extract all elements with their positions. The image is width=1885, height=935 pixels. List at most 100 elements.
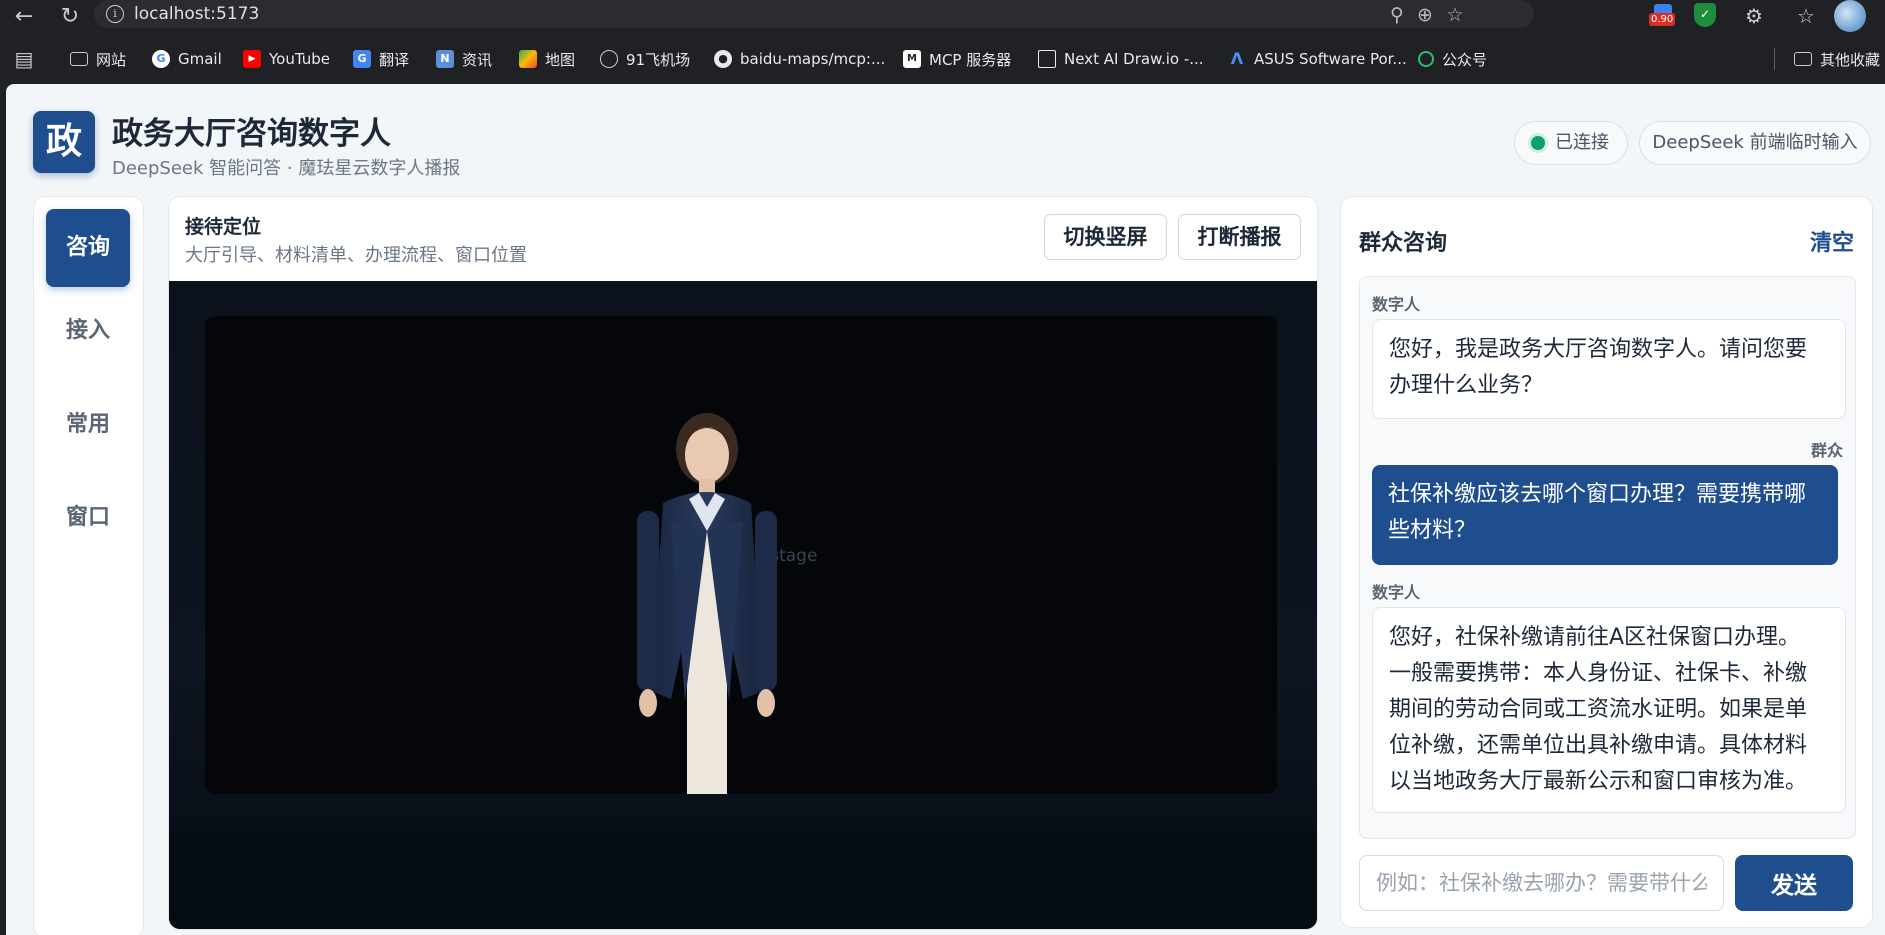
message-line: 社保补缴应该去哪个窗口办理？需要携带哪 — [1388, 482, 1807, 507]
bookmark-gmail[interactable]: G Gmail — [152, 47, 222, 71]
address-url[interactable]: localhost:5173 — [134, 4, 259, 24]
bookmark-mcp[interactable]: M MCP 服务器 — [903, 47, 1011, 71]
bookmarks-bar: ▤ 网站 G Gmail ▶ YouTube G 翻译 N 资讯 地图 91飞机… — [0, 36, 1885, 82]
maps-icon — [519, 50, 537, 68]
side-nav: 咨询 接入 常用 窗口 — [33, 196, 144, 935]
message-role: 群众 — [1810, 441, 1843, 460]
chat-title: 群众咨询 — [1359, 231, 1448, 256]
stage-title: 接待定位 — [185, 216, 262, 238]
globe-icon — [600, 50, 618, 68]
nav-item-consult[interactable]: 咨询 — [46, 209, 130, 287]
connection-status-badge: 已连接 — [1514, 121, 1628, 165]
extension-badge-count: 0.90 — [1649, 13, 1676, 26]
browser-toolbar: ← ↻ i localhost:5173 ⚲ ⊕ ☆ 0.90 ✓ ⚙ ☆ — [0, 0, 1885, 36]
tab-actions-icon[interactable]: ▤ — [8, 44, 40, 74]
translate-icon: G — [353, 50, 371, 68]
video-screen: Digital human stage — [205, 316, 1277, 794]
bookmark-label: 其他收藏 — [1820, 50, 1881, 69]
mode-badge: DeepSeek 前端临时输入 — [1639, 121, 1871, 165]
bookmark-news[interactable]: N 资讯 — [436, 47, 492, 71]
bookmark-label: ASUS Software Por... — [1254, 50, 1407, 68]
interrupt-broadcast-button[interactable]: 打断播报 — [1178, 214, 1301, 260]
question-input[interactable] — [1359, 855, 1724, 911]
message-line: 您好，社保补缴请前往A区社保窗口办理。 — [1389, 625, 1801, 650]
bookmark-websites[interactable]: 网站 — [70, 47, 126, 71]
message-role: 数字人 — [1372, 295, 1421, 314]
message-line: 您好，我是政务大厅咨询数字人。请问您要 — [1389, 337, 1808, 362]
bookmark-youtube[interactable]: ▶ YouTube — [243, 47, 330, 71]
google-icon: G — [152, 50, 170, 68]
message-line: 以当地政务大厅最新公示和窗口审核为准。 — [1389, 769, 1808, 794]
puzzle-extensions-icon[interactable]: ⚙ — [1738, 1, 1770, 31]
bookmark-translate[interactable]: G 翻译 — [353, 47, 409, 71]
bookmark-other-folder[interactable]: 其他收藏 — [1794, 47, 1880, 71]
mcp-icon: M — [903, 50, 921, 68]
message-line: 些材料？ — [1388, 518, 1477, 543]
favorites-icon[interactable]: ☆ — [1790, 1, 1822, 31]
switch-portrait-button[interactable]: 切换竖屏 — [1044, 214, 1167, 260]
message-line: 办理什么业务？ — [1389, 373, 1544, 398]
bookmark-label: 网站 — [96, 50, 127, 69]
app-page: 政 政务大厅咨询数字人 DeepSeek 智能问答 · 魔珐星云数字人播报 已连… — [6, 84, 1885, 935]
drawio-icon — [1038, 50, 1056, 68]
bookmark-airport[interactable]: 91飞机场 — [600, 47, 690, 71]
stage-subtitle: 大厅引导、材料清单、办理流程、窗口位置 — [185, 245, 527, 266]
page-subtitle: DeepSeek 智能问答 · 魔珐星云数字人播报 — [112, 158, 461, 179]
bookmark-maps[interactable]: 地图 — [519, 47, 575, 71]
bot-message-bubble: 您好，我是政务大厅咨询数字人。请问您要 办理什么业务？ — [1372, 319, 1846, 419]
bookmark-label: 公众号 — [1442, 50, 1488, 69]
folder-icon — [70, 52, 88, 66]
bookmark-label: baidu-maps/mcp:... — [740, 50, 886, 68]
bookmark-label: YouTube — [269, 50, 330, 68]
bookmark-label: 资讯 — [462, 50, 493, 69]
chat-log[interactable]: 数字人 您好，我是政务大厅咨询数字人。请问您要 办理什么业务？ 群众 社保补缴应… — [1359, 276, 1856, 839]
wechat-icon — [1418, 51, 1434, 67]
reload-icon[interactable]: ↻ — [54, 2, 86, 34]
shield-icon[interactable]: ✓ — [1694, 3, 1716, 27]
bookmark-wechat[interactable]: 公众号 — [1418, 47, 1487, 71]
bookmark-label: 91飞机场 — [626, 50, 691, 69]
address-bar[interactable]: i localhost:5173 ⚲ ⊕ ☆ — [94, 0, 1534, 28]
bookmark-asus[interactable]: Λ ASUS Software Por... — [1228, 47, 1407, 71]
bookmark-drawio[interactable]: Next AI Draw.io -... — [1038, 47, 1204, 71]
key-icon[interactable]: ⚲ — [1384, 2, 1410, 28]
star-icon[interactable]: ☆ — [1442, 2, 1468, 28]
video-footer-band — [169, 831, 1317, 929]
page-title: 政务大厅咨询数字人 — [112, 116, 391, 152]
nav-item-common[interactable]: 常用 — [46, 386, 130, 464]
clear-chat-button[interactable]: 清空 — [1810, 225, 1854, 257]
message-role: 数字人 — [1372, 583, 1421, 602]
user-message-bubble: 社保补缴应该去哪个窗口办理？需要携带哪 些材料？ — [1372, 465, 1838, 565]
github-icon: ● — [714, 50, 732, 68]
digital-human-stage: 接待定位 大厅引导、材料清单、办理流程、窗口位置 切换竖屏 打断播报 Digit… — [168, 196, 1318, 930]
message-line: 一般需要携带：本人身份证、社保卡、补缴 — [1389, 661, 1808, 686]
connection-status-text: 已连接 — [1555, 132, 1609, 153]
folder-icon — [1794, 52, 1812, 66]
status-dot-icon — [1531, 136, 1545, 150]
nav-item-access[interactable]: 接入 — [46, 292, 130, 370]
message-line: 期间的劳动合同或工资流水证明。如果是单 — [1389, 697, 1808, 722]
bookmark-label: 地图 — [545, 50, 576, 69]
app-logo: 政 — [33, 111, 95, 173]
digital-human-avatar — [637, 413, 777, 794]
bookmark-label: Gmail — [178, 50, 222, 68]
back-arrow-icon[interactable]: ← — [8, 2, 40, 34]
bookmark-label: 翻译 — [379, 50, 410, 69]
bookmark-label: MCP 服务器 — [929, 50, 1012, 69]
bot-message-bubble: 您好，社保补缴请前往A区社保窗口办理。 一般需要携带：本人身份证、社保卡、补缴 … — [1372, 607, 1846, 813]
zoom-icon[interactable]: ⊕ — [1412, 2, 1438, 28]
bookmark-divider — [1774, 48, 1775, 70]
youtube-icon: ▶ — [243, 50, 261, 68]
profile-avatar[interactable] — [1834, 0, 1866, 32]
chat-panel: 群众咨询 清空 数字人 您好，我是政务大厅咨询数字人。请问您要 办理什么业务？ … — [1340, 196, 1873, 928]
bookmark-github[interactable]: ● baidu-maps/mcp:... — [714, 47, 885, 71]
send-button[interactable]: 发送 — [1735, 855, 1853, 911]
video-area: Digital human stage — [169, 281, 1317, 929]
asus-icon: Λ — [1230, 49, 1244, 68]
site-info-icon[interactable]: i — [106, 5, 124, 23]
news-icon: N — [436, 50, 454, 68]
extension-badge[interactable]: 0.90 — [1648, 2, 1678, 28]
nav-item-window[interactable]: 窗口 — [46, 479, 130, 557]
bookmark-label: Next AI Draw.io -... — [1064, 50, 1204, 68]
message-line: 位补缴，还需单位出具补缴申请。具体材料 — [1389, 733, 1808, 758]
